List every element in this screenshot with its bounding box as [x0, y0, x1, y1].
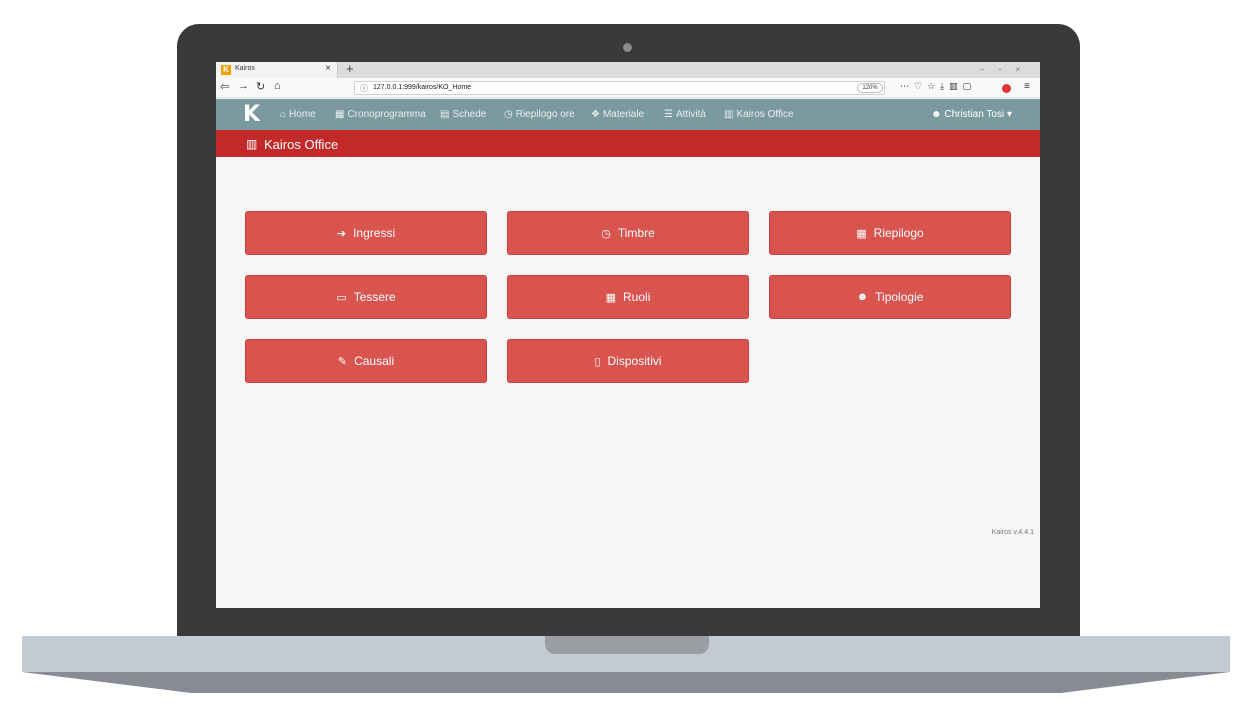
ingressi-button[interactable]: ➔ Ingressi [245, 211, 487, 255]
home-icon: ⌂ [280, 109, 287, 120]
nav-kairos-office[interactable]: ▥ Kairos Office [724, 109, 794, 120]
user-menu[interactable]: ☻ Christian Tosi ▾ [931, 109, 1012, 120]
browser-tab[interactable]: K Kairos × [216, 62, 338, 78]
causali-button[interactable]: ✎ Causali [245, 339, 487, 383]
toolbar-icons[interactable]: ⋯♡☆⤓▥▢ [900, 81, 976, 92]
users-icon: ☻ [856, 291, 869, 303]
caret-down-icon: ▾ [1006, 109, 1012, 120]
back-icon[interactable]: ⇦ [220, 80, 229, 93]
page-header: ▥ Kairos Office [216, 130, 1040, 157]
list-icon: ☰ [664, 109, 673, 120]
browser-toolbar: ⇦ → ↻ ⌂ ⓘ 127.0.0.1:999/kairos/KO_Home 1… [216, 78, 1040, 98]
menu-icon[interactable]: ≡ [1024, 81, 1030, 92]
laptop-mockup: K Kairos × + –▫× ⇦ → ↻ ⌂ ⓘ 127.0.0.1:999… [0, 0, 1249, 719]
new-tab-button[interactable]: + [346, 62, 354, 76]
tab-close-icon[interactable]: × [325, 63, 331, 74]
tab-title: Kairos [235, 65, 255, 72]
clock-icon: ◷ [504, 109, 513, 120]
screen: K Kairos × + –▫× ⇦ → ↻ ⌂ ⓘ 127.0.0.1:999… [216, 62, 1040, 608]
building-icon: ▥ [724, 109, 734, 120]
adblock-icon[interactable] [1002, 84, 1011, 93]
version-label: Kairos v.4.4.1 [991, 529, 1034, 536]
nav-materiale[interactable]: ❖ Materiale [591, 109, 644, 120]
info-icon[interactable]: ⓘ [360, 83, 368, 94]
tessere-button[interactable]: ▭ Tessere [245, 275, 487, 319]
zoom-level[interactable]: 120% [857, 83, 883, 93]
calendar-icon: ▦ [335, 109, 345, 120]
mobile-icon: ▯ [594, 355, 601, 368]
nav-riepilogo-ore[interactable]: ◷ Riepilogo ore [504, 109, 575, 120]
nav-home[interactable]: ⌂ Home [280, 109, 316, 120]
window-controls[interactable]: –▫× [980, 65, 1034, 74]
home-icon[interactable]: ⌂ [274, 80, 281, 92]
dispositivi-button[interactable]: ▯ Dispositivi [507, 339, 749, 383]
ruoli-button[interactable]: ▦ Ruoli [507, 275, 749, 319]
user-icon: ☻ [931, 109, 942, 120]
brand-logo[interactable]: K [243, 102, 260, 127]
kairos-favicon-icon: K [221, 65, 231, 75]
reload-icon[interactable]: ↻ [256, 80, 265, 93]
sign-in-icon: ➔ [336, 227, 347, 240]
calendar-icon: ▦ [605, 291, 617, 304]
brush-icon: ✎ [337, 355, 348, 368]
url-text[interactable]: 127.0.0.1:999/kairos/KO_Home [373, 84, 471, 91]
laptop-base-bottom [22, 672, 1230, 693]
riepilogo-button[interactable]: ▦ Riepilogo [769, 211, 1011, 255]
cubes-icon: ❖ [591, 109, 600, 120]
laptop-notch [545, 636, 709, 654]
file-icon: ▤ [440, 109, 450, 120]
nav-attivita[interactable]: ☰ Attività [664, 109, 706, 120]
table-icon: ▦ [856, 227, 867, 240]
id-card-icon: ▭ [336, 291, 347, 304]
camera-dot [623, 43, 632, 52]
clock-icon: ◷ [601, 227, 611, 240]
nav-cronoprogramma[interactable]: ▦ Cronoprogramma [335, 109, 426, 120]
timbre-button[interactable]: ◷ Timbre [507, 211, 749, 255]
forward-icon[interactable]: → [238, 80, 249, 92]
page-title: Kairos Office [264, 137, 339, 152]
building-icon: ▥ [246, 137, 258, 151]
app-navbar: K ⌂ Home ▦ Cronoprogramma ▤ Schede ◷ Riepilo… [216, 99, 1040, 130]
tipologie-button[interactable]: ☻ Tipologie [769, 275, 1011, 319]
browser-tab-bar: K Kairos × + –▫× [216, 62, 1040, 78]
nav-schede[interactable]: ▤ Schede [440, 109, 486, 120]
url-bar[interactable]: ⓘ 127.0.0.1:999/kairos/KO_Home [354, 81, 885, 95]
